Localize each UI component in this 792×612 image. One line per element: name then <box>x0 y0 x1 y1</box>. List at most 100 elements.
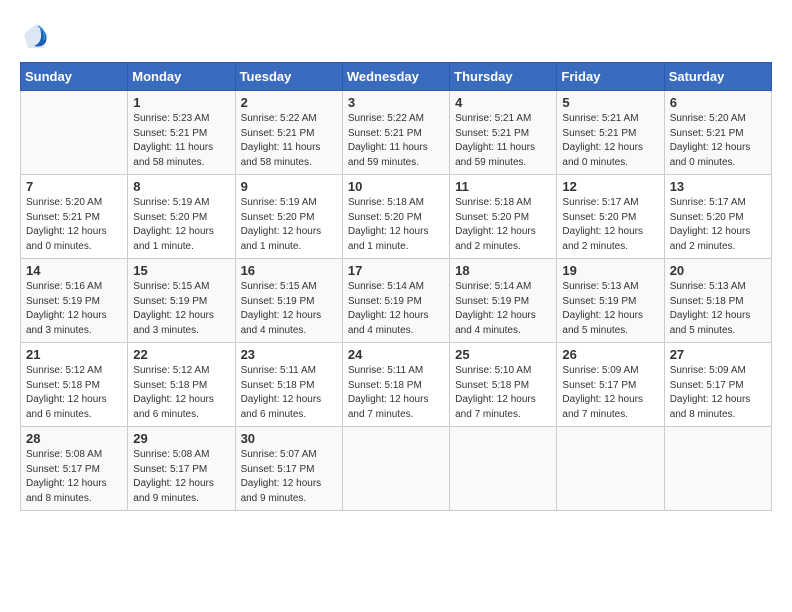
day-number: 8 <box>133 179 229 194</box>
week-row-5: 28 Sunrise: 5:08 AMSunset: 5:17 PMDayligh… <box>21 427 772 511</box>
day-info: Sunrise: 5:08 AMSunset: 5:17 PMDaylight:… <box>133 448 229 506</box>
calendar-cell: 27 Sunrise: 5:09 AMSunset: 5:17 PMDayligh… <box>664 343 771 427</box>
day-info: Sunrise: 5:09 AMSunset: 5:17 PMDaylight:… <box>670 364 766 422</box>
calendar-cell: 2 Sunrise: 5:22 AMSunset: 5:21 PMDaylight… <box>235 91 342 175</box>
calendar-cell: 24Sunrise: 5:11 AMSunset: 5:18 PMDayligh… <box>342 343 449 427</box>
logo <box>20 20 56 52</box>
calendar-cell: 26 Sunrise: 5:09 AMSunset: 5:17 PMDayligh… <box>557 343 664 427</box>
calendar-cell: 19 Sunrise: 5:13 AMSunset: 5:19 PMDayligh… <box>557 259 664 343</box>
calendar-cell: 29 Sunrise: 5:08 AMSunset: 5:17 PMDayligh… <box>128 427 235 511</box>
day-info: Sunrise: 5:07 AMSunset: 5:17 PMDaylight:… <box>241 448 337 506</box>
calendar-cell: 8 Sunrise: 5:19 AMSunset: 5:20 PMDaylight… <box>128 175 235 259</box>
day-number: 20 <box>670 263 766 278</box>
day-number: 16 <box>241 263 337 278</box>
calendar-cell: 11Sunrise: 5:18 AMSunset: 5:20 PMDayligh… <box>450 175 557 259</box>
day-info: Sunrise: 5:19 AMSunset: 5:20 PMDaylight:… <box>241 196 337 254</box>
header-tuesday: Tuesday <box>235 63 342 91</box>
header-saturday: Saturday <box>664 63 771 91</box>
calendar-cell <box>557 427 664 511</box>
day-number: 1 <box>133 95 229 110</box>
day-info: Sunrise: 5:15 AMSunset: 5:19 PMDaylight:… <box>241 280 337 338</box>
calendar-cell: 15 Sunrise: 5:15 AMSunset: 5:19 PMDayligh… <box>128 259 235 343</box>
day-number: 5 <box>562 95 658 110</box>
day-number: 15 <box>133 263 229 278</box>
day-number: 7 <box>26 179 122 194</box>
day-info: Sunrise: 5:20 AMSunset: 5:21 PMDaylight:… <box>26 196 122 254</box>
calendar-cell: 5 Sunrise: 5:21 AMSunset: 5:21 PMDaylight… <box>557 91 664 175</box>
day-number: 27 <box>670 347 766 362</box>
calendar-cell: 9 Sunrise: 5:19 AMSunset: 5:20 PMDaylight… <box>235 175 342 259</box>
day-number: 30 <box>241 431 337 446</box>
calendar-cell: 18 Sunrise: 5:14 AMSunset: 5:19 PMDayligh… <box>450 259 557 343</box>
day-number: 14 <box>26 263 122 278</box>
day-number: 19 <box>562 263 658 278</box>
day-number: 29 <box>133 431 229 446</box>
day-info: Sunrise: 5:12 AMSunset: 5:18 PMDaylight:… <box>133 364 229 422</box>
day-number: 28 <box>26 431 122 446</box>
day-number: 26 <box>562 347 658 362</box>
day-info: Sunrise: 5:15 AMSunset: 5:19 PMDaylight:… <box>133 280 229 338</box>
week-row-4: 21 Sunrise: 5:12 AMSunset: 5:18 PMDayligh… <box>21 343 772 427</box>
week-row-3: 14 Sunrise: 5:16 AMSunset: 5:19 PMDayligh… <box>21 259 772 343</box>
week-row-1: 1 Sunrise: 5:23 AMSunset: 5:21 PMDaylight… <box>21 91 772 175</box>
day-number: 21 <box>26 347 122 362</box>
day-info: Sunrise: 5:13 AMSunset: 5:19 PMDaylight:… <box>562 280 658 338</box>
day-info: Sunrise: 5:17 AMSunset: 5:20 PMDaylight:… <box>670 196 766 254</box>
calendar-cell: 3 Sunrise: 5:22 AMSunset: 5:21 PMDaylight… <box>342 91 449 175</box>
calendar-cell: 28Sunrise: 5:08 AMSunset: 5:17 PMDayligh… <box>21 427 128 511</box>
day-number: 10 <box>348 179 444 194</box>
calendar-cell: 1 Sunrise: 5:23 AMSunset: 5:21 PMDaylight… <box>128 91 235 175</box>
day-number: 18 <box>455 263 551 278</box>
calendar-cell <box>21 91 128 175</box>
calendar-table: SundayMondayTuesdayWednesdayThursdayFrid… <box>20 62 772 511</box>
calendar-cell: 25 Sunrise: 5:10 AMSunset: 5:18 PMDayligh… <box>450 343 557 427</box>
day-info: Sunrise: 5:12 AMSunset: 5:18 PMDaylight:… <box>26 364 122 422</box>
day-info: Sunrise: 5:19 AMSunset: 5:20 PMDaylight:… <box>133 196 229 254</box>
day-info: Sunrise: 5:21 AMSunset: 5:21 PMDaylight:… <box>455 112 551 170</box>
calendar-cell <box>450 427 557 511</box>
calendar-cell: 16 Sunrise: 5:15 AMSunset: 5:19 PMDayligh… <box>235 259 342 343</box>
day-info: Sunrise: 5:21 AMSunset: 5:21 PMDaylight:… <box>562 112 658 170</box>
day-info: Sunrise: 5:10 AMSunset: 5:18 PMDaylight:… <box>455 364 551 422</box>
page-header <box>20 20 772 52</box>
day-number: 17 <box>348 263 444 278</box>
day-info: Sunrise: 5:11 AMSunset: 5:18 PMDaylight:… <box>241 364 337 422</box>
day-info: Sunrise: 5:22 AMSunset: 5:21 PMDaylight:… <box>241 112 337 170</box>
day-info: Sunrise: 5:09 AMSunset: 5:17 PMDaylight:… <box>562 364 658 422</box>
header-wednesday: Wednesday <box>342 63 449 91</box>
calendar-cell: 12Sunrise: 5:17 AMSunset: 5:20 PMDayligh… <box>557 175 664 259</box>
calendar-cell: 4Sunrise: 5:21 AMSunset: 5:21 PMDaylight… <box>450 91 557 175</box>
day-number: 12 <box>562 179 658 194</box>
logo-icon <box>20 20 52 52</box>
header-thursday: Thursday <box>450 63 557 91</box>
day-info: Sunrise: 5:11 AMSunset: 5:18 PMDaylight:… <box>348 364 444 422</box>
calendar-cell <box>664 427 771 511</box>
day-info: Sunrise: 5:23 AMSunset: 5:21 PMDaylight:… <box>133 112 229 170</box>
calendar-cell: 6 Sunrise: 5:20 AMSunset: 5:21 PMDaylight… <box>664 91 771 175</box>
header-row: SundayMondayTuesdayWednesdayThursdayFrid… <box>21 63 772 91</box>
day-info: Sunrise: 5:18 AMSunset: 5:20 PMDaylight:… <box>348 196 444 254</box>
day-info: Sunrise: 5:13 AMSunset: 5:18 PMDaylight:… <box>670 280 766 338</box>
day-number: 2 <box>241 95 337 110</box>
day-number: 9 <box>241 179 337 194</box>
calendar-cell: 7 Sunrise: 5:20 AMSunset: 5:21 PMDaylight… <box>21 175 128 259</box>
day-info: Sunrise: 5:16 AMSunset: 5:19 PMDaylight:… <box>26 280 122 338</box>
day-number: 13 <box>670 179 766 194</box>
calendar-cell: 17Sunrise: 5:14 AMSunset: 5:19 PMDayligh… <box>342 259 449 343</box>
day-number: 3 <box>348 95 444 110</box>
week-row-2: 7 Sunrise: 5:20 AMSunset: 5:21 PMDaylight… <box>21 175 772 259</box>
calendar-cell: 10 Sunrise: 5:18 AMSunset: 5:20 PMDayligh… <box>342 175 449 259</box>
calendar-cell: 13 Sunrise: 5:17 AMSunset: 5:20 PMDayligh… <box>664 175 771 259</box>
calendar-header: SundayMondayTuesdayWednesdayThursdayFrid… <box>21 63 772 91</box>
header-monday: Monday <box>128 63 235 91</box>
day-number: 6 <box>670 95 766 110</box>
header-friday: Friday <box>557 63 664 91</box>
day-info: Sunrise: 5:20 AMSunset: 5:21 PMDaylight:… <box>670 112 766 170</box>
calendar-cell: 22Sunrise: 5:12 AMSunset: 5:18 PMDayligh… <box>128 343 235 427</box>
day-info: Sunrise: 5:22 AMSunset: 5:21 PMDaylight:… <box>348 112 444 170</box>
calendar-cell: 20 Sunrise: 5:13 AMSunset: 5:18 PMDayligh… <box>664 259 771 343</box>
day-info: Sunrise: 5:14 AMSunset: 5:19 PMDaylight:… <box>455 280 551 338</box>
header-sunday: Sunday <box>21 63 128 91</box>
day-number: 25 <box>455 347 551 362</box>
calendar-cell: 23Sunrise: 5:11 AMSunset: 5:18 PMDayligh… <box>235 343 342 427</box>
